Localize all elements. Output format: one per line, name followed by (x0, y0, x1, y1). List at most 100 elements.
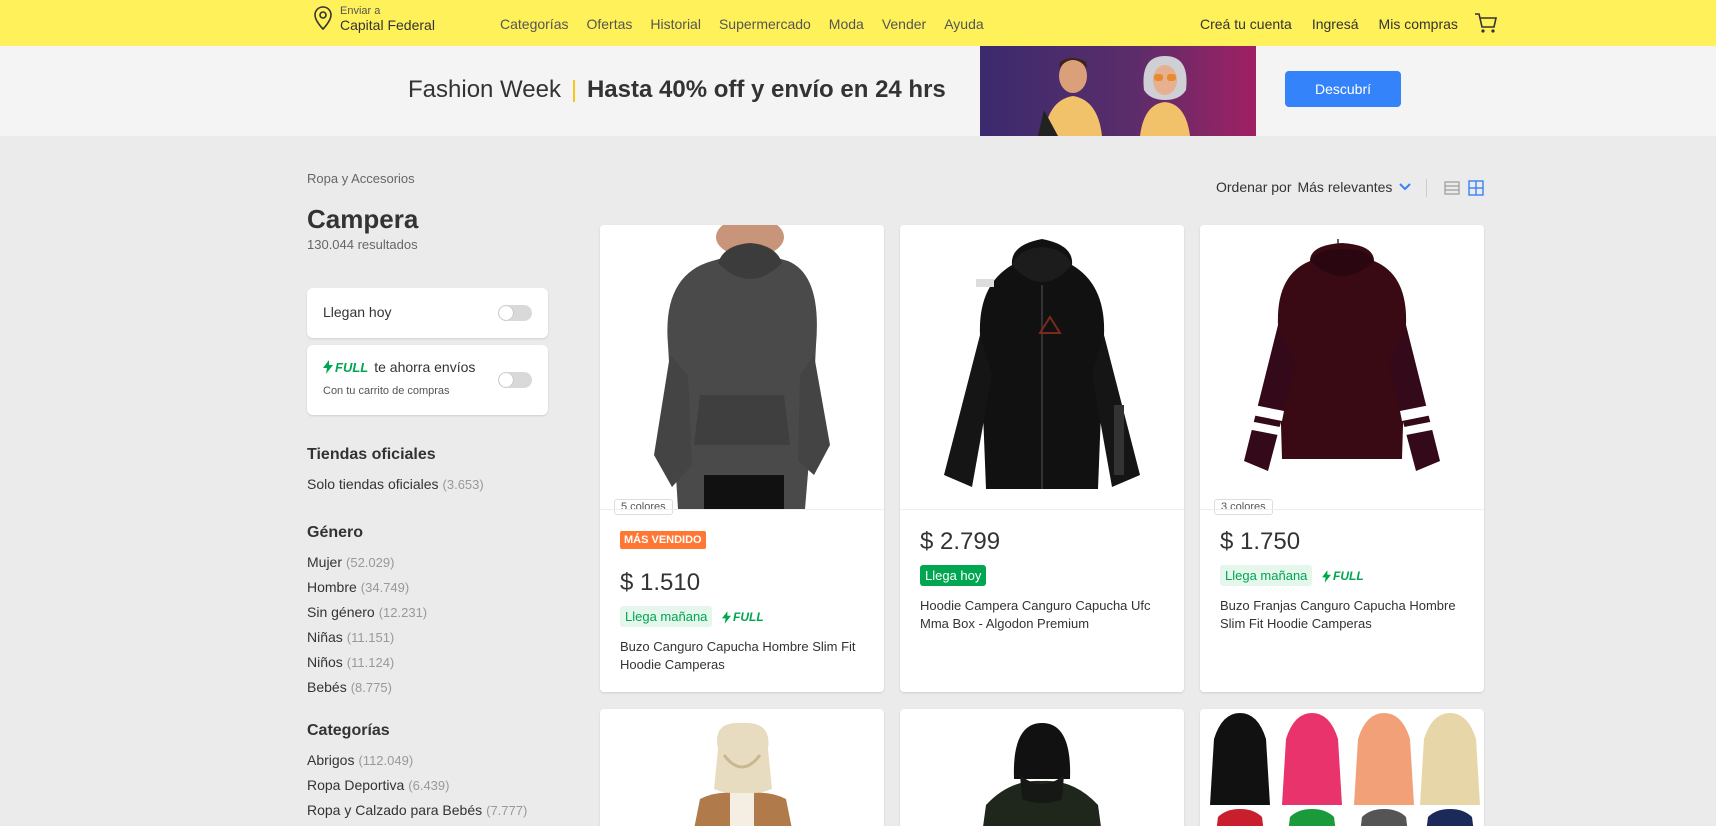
product-title[interactable]: Buzo Franjas Canguro Capucha Hombre Slim… (1220, 597, 1468, 633)
product-card[interactable]: 3 colores $ 1.750 Llega mañana FULL Buzo… (1200, 225, 1484, 692)
gray-hoodie-image (654, 225, 830, 509)
location-city: Capital Federal (340, 17, 435, 33)
arrives-today-toggle[interactable] (498, 305, 532, 321)
product-price: $ 1.750 (1220, 528, 1301, 555)
product-image[interactable] (1200, 225, 1484, 509)
official-stores-list: Solo tiendas oficiales (3.653) (307, 472, 484, 497)
filter-count: (52.029) (346, 555, 395, 570)
main-nav: Categorías Ofertas Historial Supermercad… (500, 16, 984, 32)
full-badge: FULL (722, 610, 764, 624)
sort-label: Ordenar por (1216, 179, 1292, 195)
man-model-image (1038, 58, 1102, 136)
official-stores-title: Tiendas oficiales (307, 446, 436, 463)
colors-tag: 5 colores (614, 499, 673, 515)
best-seller-badge: MÁS VENDIDO (620, 531, 706, 549)
product-card[interactable] (900, 709, 1184, 826)
filter-gender-bebes[interactable]: Bebés (8.775) (307, 675, 427, 700)
product-image[interactable] (900, 225, 1184, 509)
product-title[interactable]: Hoodie Campera Canguro Capucha Ufc Mma B… (920, 597, 1168, 633)
shipping-location[interactable]: Enviar a Capital Federal (312, 4, 435, 32)
product-card[interactable] (1200, 709, 1484, 826)
filter-category-abrigos[interactable]: Abrigos (112.049) (307, 748, 527, 773)
cart-icon[interactable] (1474, 12, 1498, 34)
filter-gender-hombre[interactable]: Hombre (34.749) (307, 575, 427, 600)
filter-count: (12.231) (378, 605, 428, 620)
beige-hoodie-image (694, 722, 792, 826)
filter-label: Bebés (307, 679, 347, 695)
nav-vender[interactable]: Vender (882, 16, 926, 32)
full-shipping-toggle[interactable] (498, 372, 532, 388)
top-header: Enviar a Capital Federal Categorías Ofer… (0, 0, 1716, 46)
woman-model-image (1140, 56, 1190, 136)
sort-control[interactable]: Ordenar por Más relevantes (1216, 179, 1412, 195)
filter-gender-ninas[interactable]: Niñas (11.151) (307, 625, 427, 650)
filter-count: (6.439) (408, 778, 450, 793)
categories-title: Categorías (307, 722, 390, 739)
filter-gender-mujer[interactable]: Mujer (52.029) (307, 550, 427, 575)
lightning-icon (1322, 569, 1331, 583)
full-badge: FULL (1322, 569, 1364, 583)
filter-count: (34.749) (360, 580, 410, 595)
banner-offer: Hasta 40% off y envío en 24 hrs (586, 76, 946, 103)
filter-count: (3.653) (442, 477, 484, 492)
nav-historial[interactable]: Historial (650, 16, 701, 32)
promo-banner: Fashion Week Hasta 40% off y envío en 24 … (0, 46, 1716, 136)
multicolor-hoodies-image (1210, 713, 1480, 826)
dark-hoodie-image (983, 723, 1101, 826)
nav-ayuda[interactable]: Ayuda (944, 16, 983, 32)
full-description: te ahorra envíos (374, 359, 476, 375)
grid-view-icon[interactable] (1468, 180, 1484, 196)
lightning-icon (323, 360, 333, 374)
filter-count: (8.775) (350, 680, 392, 695)
filter-label: Niños (307, 654, 343, 670)
filter-category-bebes[interactable]: Ropa y Calzado para Bebés (7.777) (307, 798, 527, 823)
card-divider (900, 509, 1184, 510)
filter-gender-ninos[interactable]: Niños (11.124) (307, 650, 427, 675)
breadcrumb[interactable]: Ropa y Accesorios (307, 171, 415, 186)
filter-label: Hombre (307, 579, 357, 595)
card-divider (1200, 509, 1484, 510)
filter-official-only[interactable]: Solo tiendas oficiales (3.653) (307, 472, 484, 497)
filter-gender-sin-genero[interactable]: Sin género (12.231) (307, 600, 427, 625)
product-title[interactable]: Buzo Canguro Capucha Hombre Slim Fit Hoo… (620, 638, 868, 674)
maroon-hoodie-image (1244, 239, 1440, 471)
filter-label: Ropa y Calzado para Bebés (307, 802, 483, 818)
full-badge-text: FULL (733, 610, 764, 624)
product-price: $ 2.799 (920, 528, 1001, 555)
full-logo: FULL (323, 360, 368, 375)
full-logo-text: FULL (335, 359, 369, 375)
gender-title: Género (307, 524, 364, 541)
lightning-icon (722, 610, 731, 624)
filter-category-ropa-deportiva[interactable]: Ropa Deportiva (6.439) (307, 773, 527, 798)
location-pin-icon (314, 6, 332, 31)
categories-list: Abrigos (112.049) Ropa Deportiva (6.439) R… (307, 748, 527, 823)
chevron-down-icon (1399, 183, 1412, 191)
page-title: Campera (307, 204, 419, 234)
product-card[interactable]: 5 colores MÁS VENDIDO $ 1.510 Llega maña… (600, 225, 884, 692)
filter-count: (112.049) (358, 753, 414, 768)
product-price: $ 1.510 (620, 569, 701, 596)
filter-label: Niñas (307, 629, 343, 645)
card-divider (600, 509, 884, 510)
my-purchases-link[interactable]: Mis compras (1379, 16, 1458, 32)
product-card[interactable]: $ 2.799 Llega hoy Hoodie Campera Canguro… (900, 225, 1184, 692)
banner-image (980, 46, 1256, 136)
nav-categorias[interactable]: Categorías (500, 16, 568, 32)
filter-count: (11.124) (346, 655, 395, 670)
create-account-link[interactable]: Creá tu cuenta (1200, 16, 1292, 32)
list-view-icon[interactable] (1444, 180, 1460, 196)
nav-supermercado[interactable]: Supermercado (719, 16, 811, 32)
login-link[interactable]: Ingresá (1312, 16, 1359, 32)
nav-ofertas[interactable]: Ofertas (586, 16, 632, 32)
nav-moda[interactable]: Moda (829, 16, 864, 32)
banner-title: Fashion Week (408, 76, 561, 103)
product-image[interactable] (600, 225, 884, 509)
black-hoodie-image (944, 239, 1140, 489)
location-label: Enviar a (340, 5, 381, 17)
shipping-badge: Llega mañana (620, 606, 713, 627)
discover-button[interactable]: Descubrí (1285, 71, 1401, 107)
gender-list: Mujer (52.029) Hombre (34.749) Sin género(… (307, 550, 427, 700)
arrives-today-label: Llegan hoy (323, 304, 392, 320)
filter-count: (11.151) (346, 630, 395, 645)
product-card[interactable] (600, 709, 884, 826)
